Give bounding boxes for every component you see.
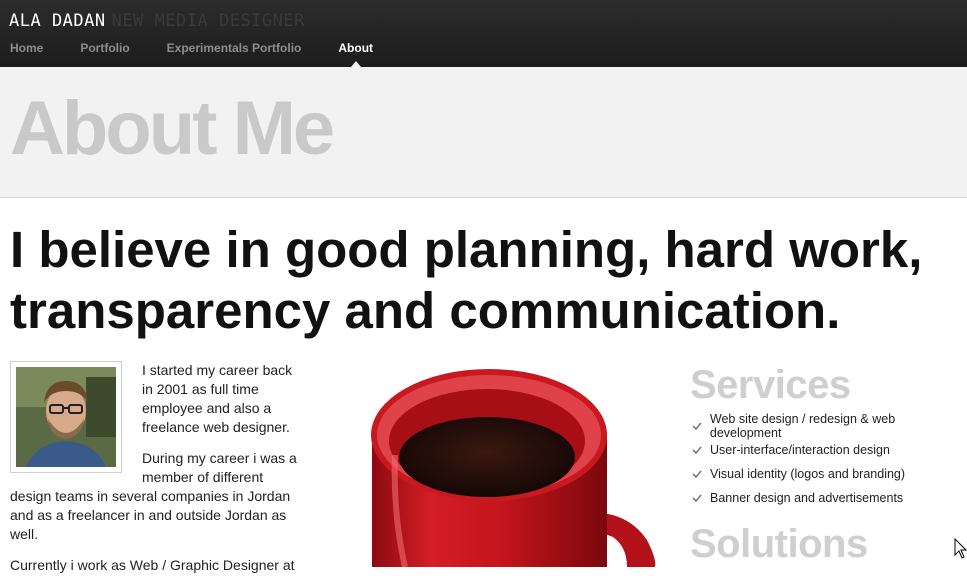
nav-portfolio[interactable]: Portfolio: [80, 41, 129, 55]
brand-tagline: NEW MEDIA DESIGNER: [111, 11, 305, 31]
checkmark-icon: [692, 422, 702, 431]
list-item: User-interface/interaction design: [692, 438, 967, 462]
list-item: Banner design and advertisements: [692, 486, 967, 510]
tagline-heading: I believe in good planning, hard work, t…: [10, 221, 923, 339]
coffee-mug-image: [365, 365, 665, 568]
checkmark-icon: [692, 446, 702, 455]
service-label: Banner design and advertisements: [710, 491, 904, 505]
list-item: Web site design / redesign & web develop…: [692, 412, 967, 440]
page-title: About Me: [10, 86, 335, 171]
services-heading: Services: [690, 363, 851, 407]
checkmark-icon: [692, 494, 702, 503]
profile-photo: [16, 367, 116, 467]
services-list: Web site design / redesign & web develop…: [692, 412, 967, 510]
brand-name[interactable]: ALA DADAN: [9, 11, 106, 31]
title-band: About Me: [0, 67, 967, 198]
nav-experimentals-portfolio[interactable]: Experimentals Portfolio: [167, 41, 302, 55]
service-label: User-interface/interaction design: [710, 443, 890, 457]
list-item: Visual identity (logos and branding): [692, 462, 967, 486]
service-label: Visual identity (logos and branding): [710, 467, 906, 481]
checkmark-icon: [692, 470, 702, 479]
profile-photo-frame: [10, 361, 122, 473]
service-label: Web site design / redesign & web develop…: [709, 412, 896, 440]
top-header: ALA DADAN NEW MEDIA DESIGNER Home Portfol…: [0, 0, 967, 67]
nav-about[interactable]: About: [338, 41, 373, 67]
site-brand[interactable]: ALA DADAN NEW MEDIA DESIGNER: [9, 11, 305, 31]
main-nav: Home Portfolio Experimentals Portfolio A…: [10, 41, 410, 67]
nav-home[interactable]: Home: [10, 41, 43, 55]
solutions-heading: Solutions: [690, 522, 868, 566]
bio-paragraph: Currently i work as Web / Graphic Design…: [10, 557, 295, 573]
mouse-cursor-icon: [954, 538, 967, 559]
